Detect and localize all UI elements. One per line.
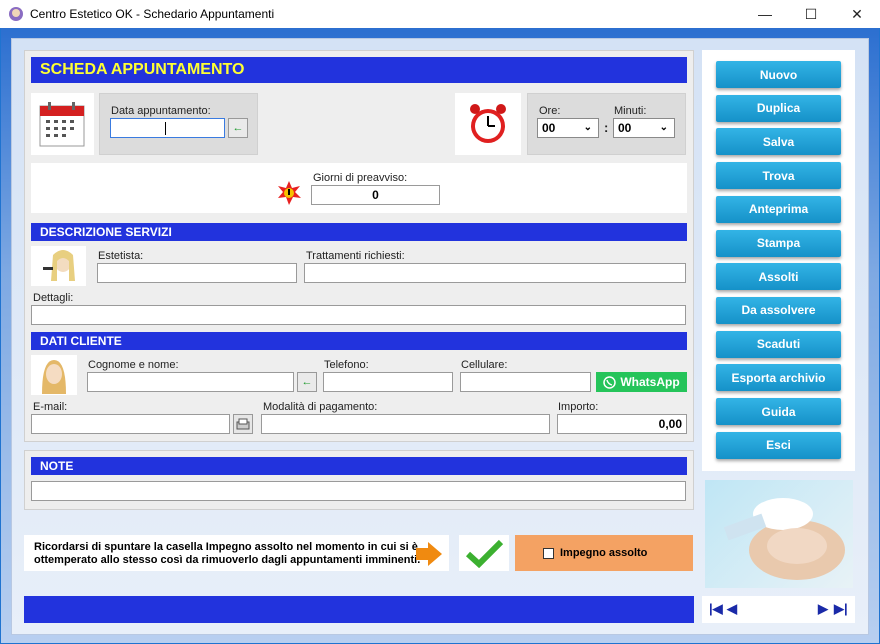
action-button-assolti[interactable]: Assolti [716, 263, 841, 291]
action-button-duplica[interactable]: Duplica [716, 94, 841, 122]
pagamento-label: Modalità di pagamento: [263, 401, 378, 413]
nome-label: Cognome e nome: [88, 359, 179, 371]
action-button-salva[interactable]: Salva [716, 128, 841, 156]
chevron-down-icon: ⌄ [583, 122, 592, 133]
date-label: Data appuntamento: [111, 105, 211, 117]
warning-icon [276, 180, 302, 206]
cellulare-label: Cellulare: [461, 359, 508, 371]
date-input[interactable] [110, 118, 225, 138]
note-input[interactable] [31, 481, 686, 501]
preavviso-label: Giorni di preavviso: [313, 172, 408, 184]
reminder-text: Ricordarsi di spuntare la casella Impegn… [24, 535, 449, 571]
estetista-label: Estetista: [98, 250, 144, 262]
date-arrow-icon[interactable]: ← [228, 118, 248, 138]
cliente-header: DATI CLIENTE [31, 332, 687, 350]
action-button-stampa[interactable]: Stampa [716, 229, 841, 257]
minuti-label: Minuti: [614, 105, 647, 117]
telefono-input[interactable] [323, 372, 453, 392]
prev-record-icon[interactable]: ◀ [727, 601, 737, 617]
dettagli-label: Dettagli: [33, 292, 74, 304]
action-button-guida[interactable]: Guida [716, 398, 841, 425]
calendar-icon [31, 93, 94, 155]
impegno-assolto-checkbox[interactable]: Impegno assolto [515, 535, 693, 571]
title-bar: Centro Estetico OK - Schedario Appuntame… [0, 0, 880, 28]
ore-select[interactable]: 00 ⌄ [537, 118, 599, 138]
action-button-anteprima[interactable]: Anteprima [716, 195, 841, 223]
trattamenti-label: Trattamenti richiesti: [306, 250, 405, 262]
action-button-esporta-archivio[interactable]: Esporta archivio [716, 364, 841, 392]
importo-input[interactable]: 0,00 [557, 414, 687, 434]
action-button-trova[interactable]: Trova [716, 162, 841, 190]
whatsapp-label: WhatsApp [620, 375, 680, 389]
nome-arrow-icon[interactable]: ← [297, 372, 317, 392]
checkmark-icon [459, 535, 509, 571]
minuti-select[interactable]: 00 ⌄ [613, 118, 675, 138]
dettagli-input[interactable] [31, 305, 686, 325]
time-separator: : [604, 120, 609, 135]
first-record-icon[interactable]: |◀ [709, 601, 723, 617]
trattamenti-input[interactable] [304, 263, 686, 283]
app-window: Centro Estetico OK - Schedario Appuntame… [0, 0, 880, 644]
ore-value: 00 [542, 121, 556, 135]
servizi-header: DESCRIZIONE SERVIZI [31, 223, 687, 241]
chevron-down-icon: ⌄ [659, 122, 668, 133]
window-title: Centro Estetico OK - Schedario Appuntame… [30, 7, 275, 21]
whatsapp-icon [603, 375, 617, 389]
estetista-input[interactable] [97, 263, 297, 283]
email-label: E-mail: [33, 401, 68, 413]
minimize-button[interactable]: — [742, 0, 788, 28]
treatment-photo [705, 480, 853, 588]
beautician-icon [31, 246, 86, 286]
action-button-nuovo[interactable]: Nuovo [716, 61, 841, 88]
email-input[interactable] [31, 414, 230, 434]
client-avatar-icon [31, 355, 77, 395]
cellulare-input[interactable] [460, 372, 591, 392]
whatsapp-button[interactable]: WhatsApp [596, 372, 687, 392]
nav-bar [702, 596, 855, 623]
next-record-icon[interactable]: ▶ [818, 601, 828, 617]
telefono-label: Telefono: [324, 359, 369, 371]
nome-input[interactable] [87, 372, 294, 392]
pagamento-input[interactable] [261, 414, 550, 434]
arrow-right-icon [414, 541, 444, 567]
action-button-esci[interactable]: Esci [716, 431, 841, 459]
minuti-value: 00 [618, 121, 632, 135]
status-bar [24, 596, 694, 623]
close-button[interactable]: ✕ [834, 0, 880, 28]
checkbox-box[interactable] [543, 547, 554, 559]
action-button-da-assolvere[interactable]: Da assolvere [716, 296, 841, 324]
ore-label: Ore: [539, 105, 561, 117]
impegno-assolto-label: Impegno assolto [560, 547, 648, 559]
action-button-scaduti[interactable]: Scaduti [716, 330, 841, 358]
preavviso-input[interactable]: 0 [311, 185, 440, 205]
app-icon [8, 6, 24, 22]
last-record-icon[interactable]: ▶| [834, 601, 848, 617]
maximize-button[interactable]: ☐ [788, 0, 834, 28]
email-send-icon[interactable] [233, 414, 253, 434]
note-header: NOTE [31, 457, 687, 475]
importo-label: Importo: [558, 401, 599, 413]
alarm-clock-icon [455, 93, 521, 155]
form-header: SCHEDA APPUNTAMENTO [31, 57, 687, 83]
